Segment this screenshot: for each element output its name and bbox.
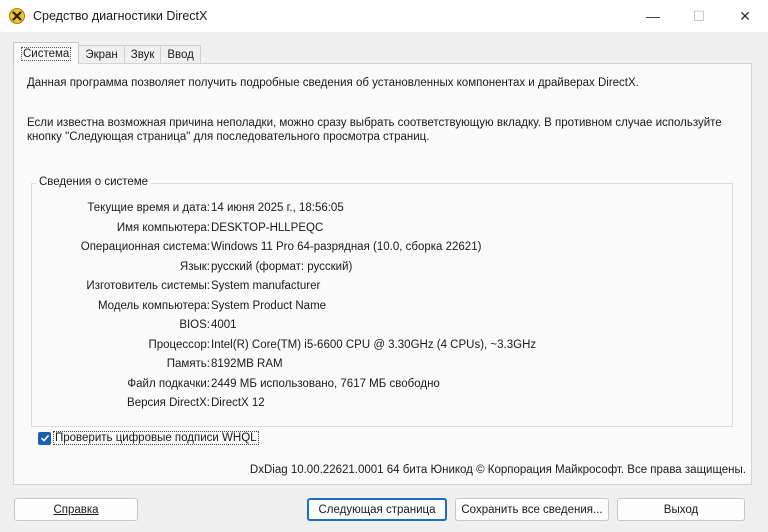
tab-input[interactable]: Ввод [160,45,201,64]
system-info-group: Сведения о системе Текущие время и дата:… [31,176,733,427]
info-label: Операционная система: [80,241,210,253]
info-value: DESKTOP-HLLPEQC [211,221,324,234]
exit-button[interactable]: Выход [617,498,745,521]
info-value: System Product Name [211,299,327,312]
info-row-os: Операционная система: Windows 11 Pro 64-… [32,241,732,257]
info-value: Intel(R) Core(TM) i5-6600 CPU @ 3.30GHz … [211,338,537,351]
save-all-info-button-label: Сохранить все сведения... [461,503,603,516]
info-value: русский (формат: русский) [211,260,353,273]
info-label: Процессор: [148,338,210,351]
minimize-button[interactable]: — [630,0,676,32]
tab-input-label: Ввод [167,49,194,61]
system-tab-panel: Данная программа позволяет получить подр… [13,63,752,485]
tab-strip: Система Экран Звук Ввод [13,42,201,64]
info-row-language: Язык: русский (формат: русский) [32,261,732,277]
tab-sound-label: Звук [130,49,155,61]
info-value: System manufacturer [211,280,321,292]
close-button[interactable]: ✕ [722,0,768,32]
info-label: Язык: [179,260,210,273]
info-row-processor: Процессор: Intel(R) Core(TM) i5-6600 CPU… [32,339,732,355]
info-label: Модель компьютера: [97,299,210,312]
checkmark-icon [40,434,49,442]
info-row-computer-name: Имя компьютера: DESKTOP-HLLPEQC [32,222,732,238]
whql-checkbox-box[interactable] [38,431,51,445]
info-label: Версия DirectX: [127,397,210,409]
info-value: DirectX 12 [211,397,265,409]
window-title: Средство диагностики DirectX [33,9,208,23]
maximize-icon: ☐ [692,7,706,24]
info-value: 14 июня 2025 г., 18:56:05 [211,202,344,214]
info-row-model: Модель компьютера: System Product Name [32,300,732,316]
info-label: Файл подкачки: [127,377,210,390]
next-page-button[interactable]: Следующая страница [307,498,447,521]
info-value: Windows 11 Pro 64-разрядная (10.0, сборк… [211,241,482,253]
intro-text-2: Если известна возможная причина неполадк… [27,117,722,143]
next-page-button-label: Следующая страница [318,503,436,516]
window-controls: — ☐ ✕ [630,0,768,32]
tab-system-label: Система [21,46,72,61]
info-label: Изготовитель системы: [86,280,210,292]
info-label: BIOS: [179,319,210,331]
help-button-label: Справка [53,503,99,516]
info-value: 4001 [211,319,237,331]
exit-button-label: Выход [663,503,699,516]
info-row-memory: Память: 8192MB RAM [32,358,732,374]
tab-sound[interactable]: Звук [123,45,162,64]
tab-display-label: Экран [85,49,118,61]
info-label: Память: [166,358,210,370]
info-label: Текущие время и дата: [87,202,210,214]
minimize-icon: — [646,8,660,24]
help-button[interactable]: Справка [14,498,138,521]
intro-text-1: Данная программа позволяет получить подр… [27,77,639,89]
whql-checkbox[interactable]: Проверить цифровые подписи WHQL [38,431,259,445]
info-row-bios: BIOS: 4001 [32,319,732,335]
version-copyright-text: DxDiag 10.00.22621.0001 64 бита Юникод ©… [249,464,746,476]
info-label: Имя компьютера: [116,221,210,234]
save-all-info-button[interactable]: Сохранить все сведения... [455,498,609,521]
whql-checkbox-label[interactable]: Проверить цифровые подписи WHQL [53,431,259,445]
info-row-directx-version: Версия DirectX: DirectX 12 [32,397,732,413]
tab-system[interactable]: Система [13,42,80,64]
info-value: 8192MB RAM [211,358,283,370]
info-row-pagefile: Файл подкачки: 2449 МБ использовано, 761… [32,378,732,394]
close-icon: ✕ [739,7,751,24]
info-row-datetime: Текущие время и дата: 14 июня 2025 г., 1… [32,202,732,218]
maximize-button[interactable]: ☐ [676,0,722,32]
info-row-manufacturer: Изготовитель системы: System manufacture… [32,280,732,296]
info-value: 2449 МБ использовано, 7617 МБ свободно [211,377,440,390]
system-info-title: Сведения о системе [36,176,152,188]
directx-app-icon [9,8,25,24]
tab-display[interactable]: Экран [78,45,125,64]
title-bar: Средство диагностики DirectX — ☐ ✕ [0,0,768,32]
